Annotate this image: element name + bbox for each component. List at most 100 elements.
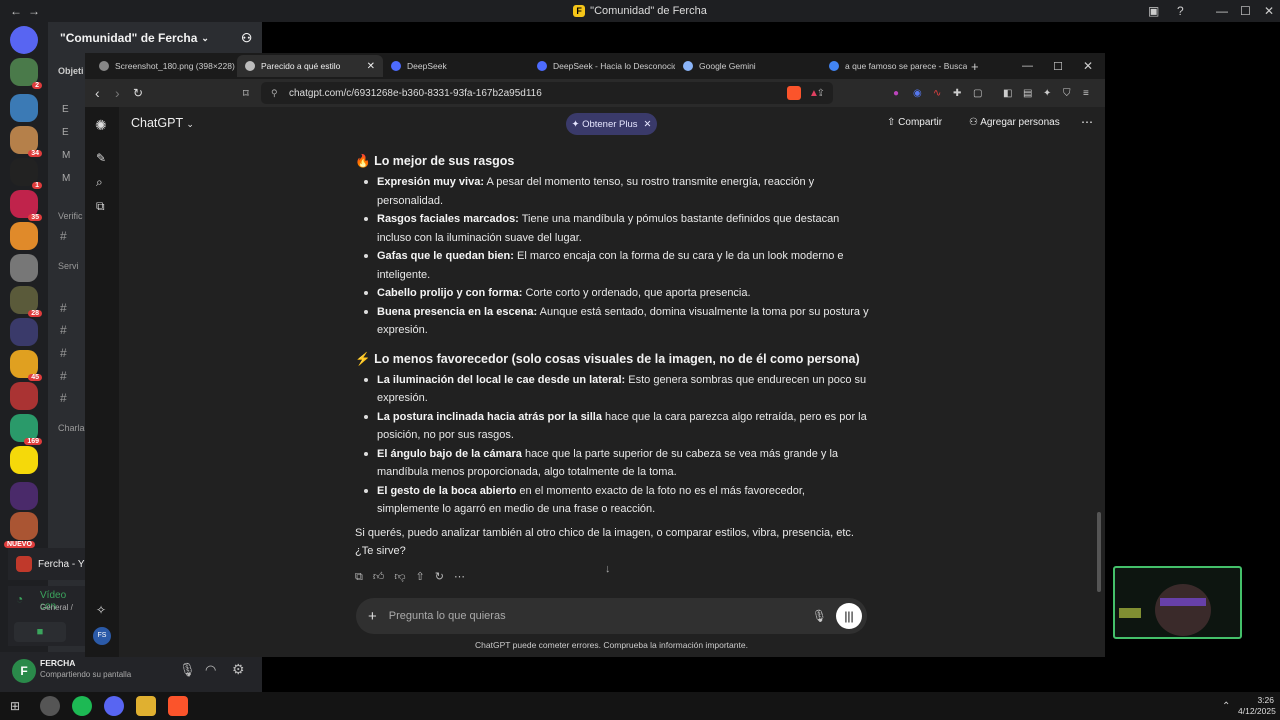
server-icon[interactable]: 169 — [10, 414, 42, 445]
maximize-icon[interactable]: ☐ — [1240, 0, 1251, 22]
discord-icon[interactable] — [104, 696, 125, 716]
server-icon[interactable]: 34 — [10, 126, 42, 157]
channel-hash[interactable]: # — [60, 323, 67, 337]
server-icon[interactable] — [10, 94, 38, 122]
forward-icon[interactable]: › — [115, 85, 120, 101]
more-options-icon[interactable]: ⋯ — [1081, 115, 1093, 129]
minimize-icon[interactable]: — — [1022, 60, 1033, 72]
chrome-icon[interactable] — [40, 696, 61, 716]
channel-hash[interactable]: # — [60, 301, 67, 315]
tab[interactable]: DeepSeek — [383, 55, 529, 77]
prompt-placeholder[interactable]: Pregunta lo que quieras — [389, 610, 506, 622]
server-icon[interactable]: 45 — [10, 350, 42, 381]
headphones-icon[interactable]: ◠ — [205, 662, 216, 678]
server-icon[interactable] — [10, 482, 38, 510]
wallet-icon[interactable]: ▤ — [1023, 88, 1032, 99]
openai-logo-icon[interactable]: ✺ — [95, 117, 107, 134]
voice-mode-button[interactable]: ||| — [836, 603, 862, 629]
sparkle-icon[interactable]: ✧ — [96, 603, 106, 617]
thumbs-down-icon[interactable]: 👎︎ — [394, 568, 405, 587]
server-icon[interactable] — [10, 222, 38, 250]
close-icon[interactable]: ✕ — [644, 119, 652, 130]
brave-shields-icon[interactable] — [787, 86, 801, 100]
extension-icon[interactable]: ● — [893, 88, 899, 99]
brave-rewards-icon[interactable]: ▲ — [809, 88, 819, 99]
menu-icon[interactable]: ≡ — [1083, 88, 1089, 99]
composer[interactable]: + Pregunta lo que quieras 🎙︎ ||| — [356, 598, 867, 634]
server-icon[interactable]: 28 — [10, 286, 42, 317]
windows-start-icon[interactable]: ⊞ — [10, 699, 20, 713]
channel-hash[interactable]: # — [60, 369, 67, 383]
channel-label[interactable]: M — [62, 173, 70, 184]
server-header[interactable]: "Comunidad" de Fercha ⌄ ⚇ — [48, 22, 262, 54]
share-icon[interactable]: ⇧ — [416, 568, 425, 587]
thumbs-up-icon[interactable]: 👍︎ — [373, 568, 385, 587]
tab[interactable]: DeepSeek - Hacia lo Desconocido — [529, 55, 675, 77]
server-icon[interactable] — [10, 446, 38, 474]
close-icon[interactable]: ✕ — [1264, 0, 1274, 22]
server-icon[interactable]: NUEVO — [4, 512, 38, 548]
vpn-icon[interactable]: ⛉ — [1063, 88, 1071, 99]
discord-home-icon[interactable] — [10, 26, 38, 54]
bookmark-icon[interactable]: ⌑ — [243, 87, 249, 100]
microphone-icon[interactable]: 🎙︎ — [179, 662, 196, 678]
leo-icon[interactable]: ✦ — [1043, 88, 1051, 99]
extension-icon[interactable]: ∿ — [933, 88, 941, 99]
category-label[interactable]: Servi — [58, 261, 79, 271]
microphone-icon[interactable]: 🎙︎ — [812, 609, 827, 623]
tab-active[interactable]: Parecido a qué estilo ✕ — [237, 55, 383, 77]
reload-icon[interactable]: ↻ — [133, 86, 143, 100]
scrollbar-thumb[interactable] — [1097, 512, 1101, 592]
file-explorer-icon[interactable] — [136, 696, 157, 716]
channel-hash[interactable]: # — [60, 346, 67, 360]
screenshot-icon[interactable]: ▢ — [973, 88, 982, 99]
tab[interactable]: Screenshot_180.png (398×228) — [91, 55, 237, 77]
server-icon[interactable] — [10, 318, 38, 346]
user-card[interactable]: Fercha - Y — [8, 548, 85, 580]
close-icon[interactable]: ✕ — [1083, 59, 1093, 73]
server-icon[interactable]: 35 — [10, 190, 42, 221]
channel-label[interactable]: E — [62, 127, 69, 138]
invite-icon[interactable]: ⚇ — [241, 31, 252, 45]
category-label[interactable]: Verific — [58, 211, 83, 221]
forward-arrow-icon[interactable]: → — [28, 0, 40, 22]
channel-label[interactable]: Objeti — [58, 66, 84, 76]
channel-hash[interactable]: # — [60, 391, 67, 405]
spotify-icon[interactable] — [72, 696, 93, 716]
camera-button[interactable]: ■ — [14, 622, 66, 642]
copy-icon[interactable]: ⧉ — [355, 568, 363, 587]
search-icon[interactable]: ⌕ — [96, 175, 103, 190]
avatar[interactable]: F — [12, 659, 36, 683]
gear-icon[interactable]: ⚙ — [232, 661, 245, 678]
library-icon[interactable]: ⧉ — [96, 199, 105, 214]
model-selector[interactable]: ChatGPT ⌄ — [131, 116, 194, 130]
regenerate-icon[interactable]: ↻ — [435, 568, 444, 587]
close-tab-icon[interactable]: ✕ — [367, 61, 375, 72]
plus-icon[interactable]: + — [368, 608, 377, 625]
tab[interactable]: a que famoso se parece - Buscar✕ — [821, 55, 967, 77]
new-tab-icon[interactable]: + — [971, 59, 979, 74]
chevron-up-icon[interactable]: ⌃ — [1222, 701, 1230, 712]
profile-avatar[interactable]: FS — [93, 627, 111, 645]
voice-channel[interactable]: General / — [40, 603, 73, 612]
upgrade-pill[interactable]: ✦ Obtener Plus ✕ — [566, 113, 657, 135]
tab[interactable]: Google Gemini — [675, 55, 821, 77]
channel-label[interactable]: M — [62, 150, 70, 161]
category-label[interactable]: Charla — [58, 423, 85, 433]
more-icon[interactable]: ⋯ — [454, 568, 465, 587]
minimize-icon[interactable]: — — [1216, 0, 1228, 22]
server-icon[interactable]: 1 — [10, 158, 42, 189]
add-people-button[interactable]: ⚇ Agregar personas — [969, 117, 1060, 128]
brave-icon[interactable] — [168, 696, 189, 716]
server-icon[interactable] — [10, 254, 38, 282]
new-chat-icon[interactable]: ✎ — [96, 151, 106, 165]
scroll-down-icon[interactable]: ↓ — [605, 563, 611, 575]
site-info-icon[interactable]: ⚲ — [271, 88, 278, 99]
server-icon[interactable]: 2 — [10, 58, 42, 89]
maximize-icon[interactable]: ☐ — [1053, 60, 1063, 73]
inbox-icon[interactable]: ▣ — [1148, 0, 1159, 22]
clock[interactable]: 3:26 4/12/2025 — [1238, 695, 1276, 717]
channel-hash[interactable]: # — [60, 229, 67, 243]
puzzle-icon[interactable]: ✚ — [953, 88, 961, 99]
sidebar-icon[interactable]: ◧ — [1003, 88, 1012, 99]
